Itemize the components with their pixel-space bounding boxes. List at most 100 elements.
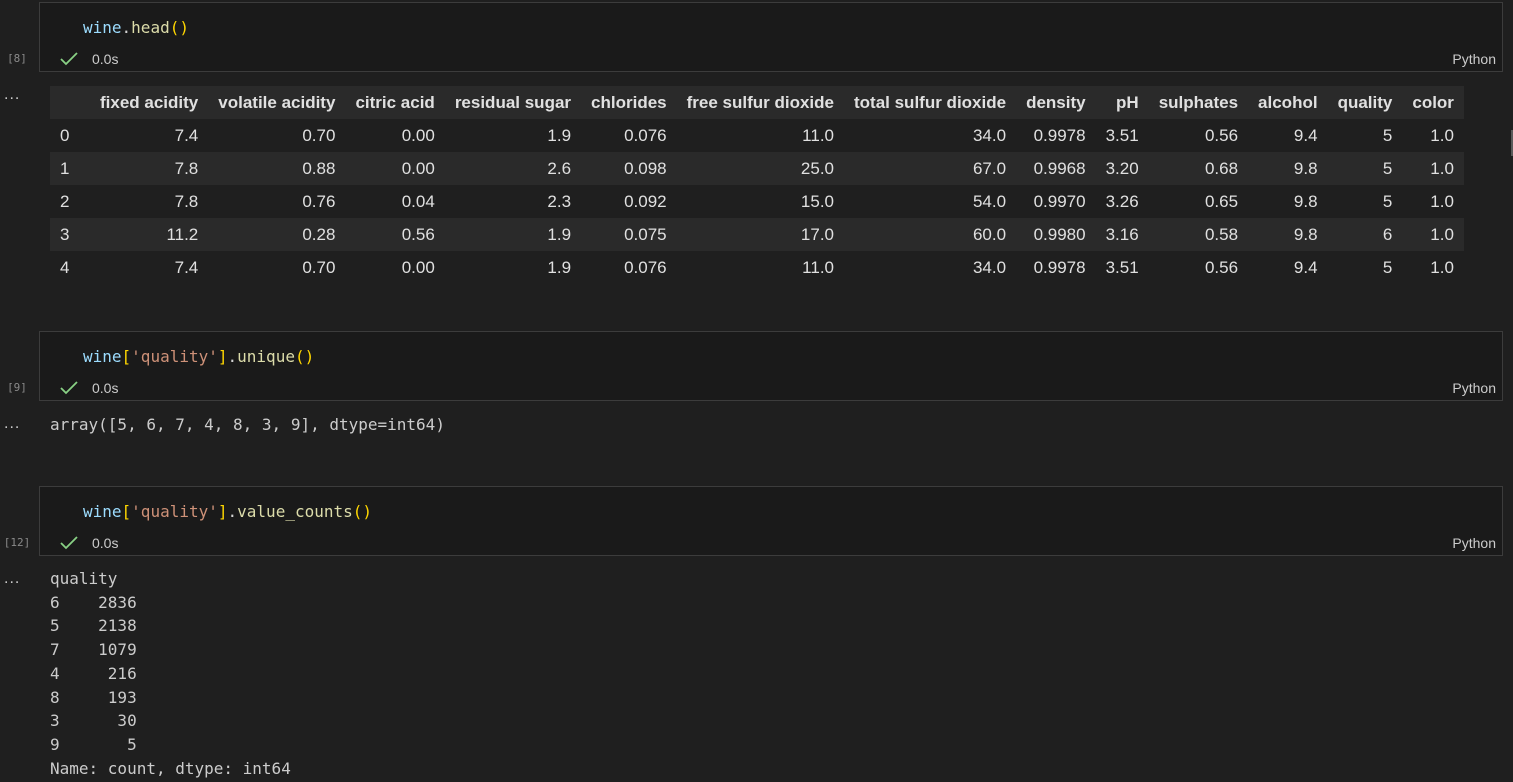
- code-token: ): [362, 502, 373, 521]
- code-token: .: [121, 18, 132, 37]
- code-token: value_counts: [237, 502, 353, 521]
- code-token: .: [227, 502, 238, 521]
- table-cell: 15.0: [800, 191, 834, 211]
- column-header: residual sugar: [454, 92, 572, 112]
- code-token: ): [179, 18, 189, 37]
- table-cell: 9.8: [1293, 158, 1318, 178]
- column-header: alcohol: [1258, 92, 1318, 112]
- code-token: wine: [83, 18, 122, 37]
- execution-count: [8]: [7, 52, 27, 65]
- row-index: 1: [60, 158, 70, 178]
- table-cell: 54.0: [972, 191, 1007, 211]
- column-header: quality: [1337, 92, 1393, 112]
- table-cell: 0.098: [624, 158, 667, 178]
- code-token: [: [121, 347, 132, 366]
- table-cell: 5: [1382, 191, 1393, 211]
- execution-count: [9]: [7, 381, 27, 394]
- table-row: 0 7.4 0.70 0.00 1.9 0.076 11.0 34.0 0.99…: [50, 119, 1464, 152]
- row-index: 0: [60, 125, 70, 145]
- table-cell: 0.88: [302, 158, 336, 178]
- table-cell: 5: [1382, 257, 1393, 277]
- code-token: 'quality': [131, 502, 218, 521]
- unique-output: array([5, 6, 7, 4, 8, 3, 9], dtype=int64…: [50, 415, 445, 434]
- table-cell: 0.68: [1204, 158, 1239, 178]
- table-cell: 0.28: [302, 224, 336, 244]
- output-ellipsis-icon[interactable]: ...: [4, 416, 24, 433]
- output-line: quality: [50, 569, 118, 588]
- column-header: color: [1412, 92, 1454, 112]
- execution-time: 0.0s: [92, 535, 119, 551]
- code-token: ): [304, 347, 315, 366]
- table-cell: 9.4: [1293, 257, 1318, 277]
- execution-count: [12]: [3, 536, 31, 549]
- column-header: fixed acidity: [100, 92, 199, 112]
- table-cell: 2.3: [547, 191, 572, 211]
- column-header: total sulfur dioxide: [854, 92, 1007, 112]
- code-token: head: [131, 18, 170, 37]
- table-cell: 0.56: [1204, 125, 1239, 145]
- code-line[interactable]: wine['quality'].unique(): [83, 347, 314, 366]
- table-cell: 5: [1382, 158, 1393, 178]
- table-cell: 11.0: [802, 257, 834, 277]
- table-cell: 0.076: [624, 257, 667, 277]
- code-cell-input[interactable]: wine['quality'].value_counts() 0.0s Pyth…: [39, 486, 1503, 556]
- table-cell: 1.9: [547, 125, 572, 145]
- language-label[interactable]: Python: [1452, 535, 1496, 551]
- output-line: 7 1079: [50, 640, 137, 660]
- column-header: chlorides: [591, 92, 667, 112]
- language-label[interactable]: Python: [1452, 51, 1496, 67]
- table-cell: 1.9: [547, 224, 572, 244]
- code-token: unique: [237, 347, 295, 366]
- code-token: (: [169, 18, 180, 37]
- table-cell: 1.0: [1430, 257, 1454, 277]
- row-index: 3: [60, 224, 70, 244]
- code-line[interactable]: wine['quality'].value_counts(): [83, 502, 372, 521]
- code-token: wine: [83, 347, 122, 366]
- output-line: 6 2836: [50, 592, 137, 612]
- output-ellipsis-icon[interactable]: ...: [4, 87, 24, 104]
- table-cell: 1.9: [547, 257, 572, 277]
- check-icon: [60, 536, 78, 550]
- output-line: 4 216: [50, 663, 137, 683]
- code-cell-input[interactable]: wine['quality'].unique() 0.0s Python: [39, 331, 1503, 401]
- row-index: 2: [60, 191, 70, 211]
- table-header-row: fixed acidity volatile acidity citric ac…: [50, 86, 1464, 119]
- table-cell: 17.0: [800, 224, 834, 244]
- output-ellipsis-icon[interactable]: ...: [4, 571, 24, 588]
- column-header: volatile acidity: [218, 92, 336, 112]
- table-cell: 0.9978: [1033, 125, 1086, 145]
- table-cell: 1.0: [1430, 158, 1454, 178]
- table-cell: 5: [1382, 125, 1393, 145]
- table-cell: 6: [1382, 224, 1393, 244]
- table-cell: 9.8: [1293, 191, 1318, 211]
- table-cell: 3.20: [1105, 158, 1139, 178]
- column-header: citric acid: [355, 92, 435, 112]
- table-cell: 0.56: [401, 224, 435, 244]
- column-header: pH: [1116, 92, 1139, 112]
- code-token: (: [352, 502, 363, 521]
- table-cell: 9.4: [1293, 125, 1318, 145]
- table-cell: 67.0: [972, 158, 1007, 178]
- code-cell-input[interactable]: wine.head() 0.0s Python: [39, 2, 1503, 72]
- table-row: 2 7.8 0.76 0.04 2.3 0.092 15.0 54.0 0.99…: [50, 185, 1464, 218]
- table-cell: 0.70: [302, 125, 336, 145]
- code-token: wine: [83, 502, 122, 521]
- table-cell: 0.76: [302, 191, 336, 211]
- table-cell: 7.8: [174, 191, 199, 211]
- table-cell: 0.65: [1204, 191, 1239, 211]
- table-cell: 9.8: [1293, 224, 1318, 244]
- language-label[interactable]: Python: [1452, 380, 1496, 396]
- check-icon: [60, 381, 78, 395]
- table-cell: 34.0: [972, 125, 1007, 145]
- execution-time: 0.0s: [92, 380, 119, 396]
- table-cell: 7.4: [174, 125, 199, 145]
- table-cell: 0.00: [401, 257, 435, 277]
- column-header: [50, 86, 90, 119]
- code-line[interactable]: wine.head(): [83, 18, 189, 37]
- table-cell: 0.9970: [1033, 191, 1086, 211]
- table-row: 3 11.2 0.28 0.56 1.9 0.075 17.0 60.0 0.9…: [50, 218, 1464, 251]
- output-line: 8 193: [50, 687, 137, 707]
- code-token: ]: [217, 502, 228, 521]
- table-cell: 3.51: [1105, 257, 1139, 277]
- table-cell: 0.70: [302, 257, 336, 277]
